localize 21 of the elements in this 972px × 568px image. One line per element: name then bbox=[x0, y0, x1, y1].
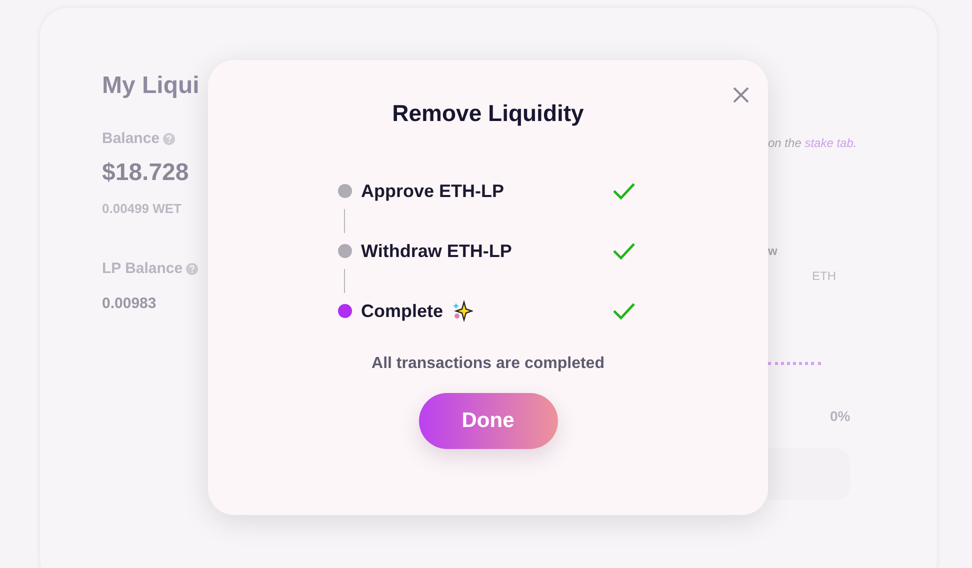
balance-value: $18.728 bbox=[102, 159, 190, 187]
help-icon[interactable] bbox=[186, 262, 198, 274]
column-sub: ETH bbox=[812, 269, 836, 283]
balance-sub: 0.00499 WET bbox=[102, 201, 182, 216]
step-label: Withdraw ETH-LP bbox=[361, 240, 512, 262]
step-label: Complete bbox=[361, 300, 444, 322]
lp-balance-value: 0.00983 bbox=[102, 295, 158, 312]
stake-tab-link[interactable]: stake tab bbox=[804, 136, 854, 150]
done-button[interactable]: Done bbox=[418, 393, 558, 449]
lp-balance-label: LP Balance bbox=[102, 260, 183, 277]
percent-value: 0% bbox=[830, 408, 850, 424]
close-button[interactable] bbox=[732, 86, 750, 104]
page-title: My Liqui bbox=[102, 72, 200, 100]
help-icon[interactable] bbox=[162, 132, 175, 144]
status-message: All transactions are completed bbox=[372, 355, 604, 373]
sparkle-icon bbox=[451, 300, 474, 322]
step-label: Approve ETH-LP bbox=[361, 180, 504, 202]
column-label: w bbox=[768, 244, 778, 258]
balance-label: Balance bbox=[102, 130, 160, 147]
stake-note: on the stake tab. bbox=[768, 136, 858, 150]
modal-title: Remove Liquidity bbox=[392, 100, 584, 127]
